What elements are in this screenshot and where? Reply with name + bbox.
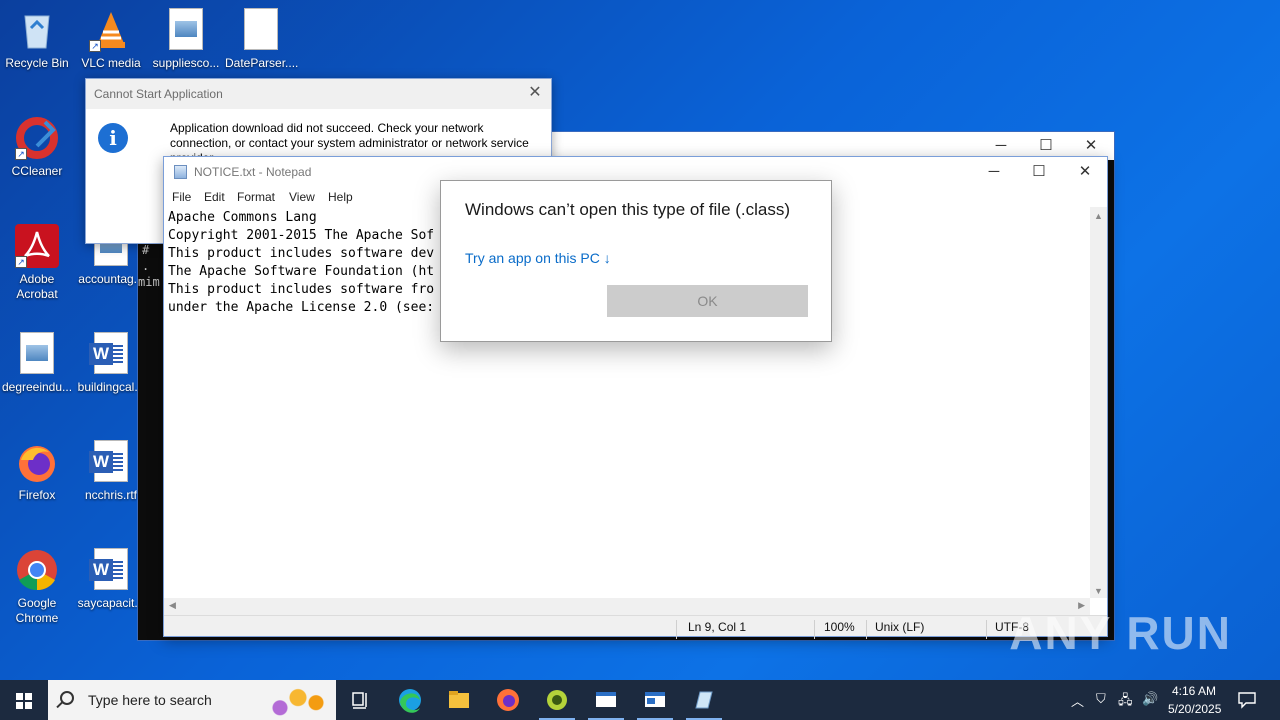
search-highlight-image bbox=[268, 684, 328, 718]
chrome-icon bbox=[15, 548, 59, 592]
desktop-icon-label: Google Chrome bbox=[15, 596, 59, 625]
notepad-icon[interactable] bbox=[680, 680, 728, 720]
chevron-up-icon[interactable]: ︿ bbox=[1071, 691, 1084, 710]
search-placeholder: Type here to search bbox=[88, 692, 212, 708]
firefox-icon[interactable] bbox=[484, 680, 532, 720]
recycle-bin-icon bbox=[15, 8, 59, 52]
window-app-icon[interactable] bbox=[631, 680, 679, 720]
taskbar: Type here to search ︿ ⛉ 🖧 🔊 4:16 AM 5/20… bbox=[0, 680, 1280, 720]
window-title: NOTICE.txt - Notepad bbox=[194, 165, 312, 179]
scroll-down-icon[interactable]: ▼ bbox=[1094, 586, 1103, 596]
image-file-icon bbox=[15, 332, 59, 376]
desktop-icon-label: degreeindu... bbox=[1, 380, 73, 394]
search-icon bbox=[60, 691, 74, 705]
try-app-link[interactable]: Try an app on this PC ↓ bbox=[465, 250, 611, 266]
desktop-icon-suppliesco[interactable]: suppliesco... bbox=[150, 8, 222, 71]
desktop-icon-label: VLC media bbox=[81, 56, 141, 70]
vlc-icon: ↗ bbox=[89, 8, 133, 52]
line-endings: Unix (LF) bbox=[875, 620, 925, 634]
menu-help[interactable]: Help bbox=[328, 190, 353, 204]
desktop-icon-label: DateParser.... bbox=[225, 56, 299, 70]
ccleaner-icon: ↗ bbox=[15, 116, 59, 160]
desktop-icon-dateparser[interactable]: DateParser.... bbox=[225, 8, 299, 71]
console-line: mim bbox=[138, 275, 160, 289]
desktop-icon-recycle-bin[interactable]: Recycle Bin bbox=[1, 8, 73, 71]
menu-edit[interactable]: Edit bbox=[204, 190, 225, 204]
status-bar: Ln 9, Col 1 100% Unix (LF) UTF-8 bbox=[164, 615, 1107, 639]
cursor-position: Ln 9, Col 1 bbox=[688, 620, 747, 634]
close-icon[interactable]: ✕ bbox=[1062, 157, 1108, 187]
security-icon[interactable]: ⛉ bbox=[1096, 691, 1106, 707]
zoom-level: 100% bbox=[824, 620, 855, 634]
word-doc-icon: W bbox=[89, 332, 133, 376]
console-line: . bbox=[142, 259, 150, 273]
menu-format[interactable]: Format bbox=[237, 190, 275, 204]
search-box[interactable]: Type here to search bbox=[48, 680, 336, 720]
desktop-icon-label: Firefox bbox=[18, 488, 56, 502]
file-explorer-icon[interactable] bbox=[435, 680, 483, 720]
desktop-icon-ccleaner[interactable]: ↗ CCleaner bbox=[1, 116, 73, 179]
console-line: # bbox=[142, 243, 150, 257]
image-file-icon bbox=[164, 8, 208, 52]
network-icon[interactable]: 🖧 bbox=[1118, 691, 1133, 713]
desktop-icon-firefox[interactable]: Firefox bbox=[1, 440, 73, 503]
open-with-dialog[interactable]: Windows can’t open this type of file (.c… bbox=[440, 180, 832, 342]
shortcut-arrow-icon: ↗ bbox=[15, 148, 27, 160]
windows-logo-icon bbox=[16, 693, 32, 709]
ok-button[interactable]: OK bbox=[607, 285, 808, 317]
acrobat-icon: ↗ bbox=[15, 224, 59, 268]
desktop-icon-acrobat[interactable]: ↗ Adobe Acrobat bbox=[1, 224, 73, 302]
vertical-scrollbar[interactable]: ▲ ▼ bbox=[1090, 207, 1107, 598]
desktop-icon-chrome[interactable]: Google Chrome bbox=[1, 548, 73, 626]
console-output: # . mim bbox=[138, 242, 160, 290]
scroll-left-icon[interactable]: ◀ bbox=[169, 600, 176, 611]
horizontal-scrollbar[interactable]: ◀ ▶ bbox=[164, 598, 1090, 615]
shortcut-arrow-icon: ↗ bbox=[15, 256, 27, 268]
desktop-icon-label: CCleaner bbox=[11, 164, 63, 178]
notification-icon[interactable] bbox=[1236, 690, 1258, 710]
notepad-icon bbox=[174, 165, 187, 179]
menu-view[interactable]: View bbox=[289, 190, 315, 204]
clock-time[interactable]: 4:16 AM bbox=[1172, 684, 1216, 698]
shortcut-arrow-icon: ↗ bbox=[89, 40, 101, 52]
blank-file-icon bbox=[239, 8, 283, 52]
firefox-icon bbox=[15, 440, 59, 484]
dialog-heading: Windows can’t open this type of file (.c… bbox=[465, 200, 791, 219]
app-icon[interactable] bbox=[533, 680, 581, 720]
desktop-icon-label: suppliesco... bbox=[152, 56, 220, 70]
info-icon: i bbox=[98, 123, 128, 153]
desktop-icon-vlc[interactable]: ↗ VLC media bbox=[75, 8, 147, 71]
desktop-icon-label: Recycle Bin bbox=[5, 56, 69, 70]
menu-file[interactable]: File bbox=[172, 190, 191, 204]
watermark: ANY RUN bbox=[1009, 607, 1232, 659]
dialog-title: Cannot Start Application bbox=[94, 87, 223, 101]
minimize-icon[interactable]: ─ bbox=[971, 157, 1017, 187]
task-view-icon[interactable] bbox=[337, 680, 385, 720]
edge-icon[interactable] bbox=[386, 680, 434, 720]
scroll-up-icon[interactable]: ▲ bbox=[1094, 211, 1103, 221]
clock-date[interactable]: 5/20/2025 bbox=[1168, 702, 1221, 716]
volume-icon[interactable]: 🔊 bbox=[1142, 691, 1158, 707]
word-doc-icon: W bbox=[89, 548, 133, 592]
word-doc-icon: W bbox=[89, 440, 133, 484]
start-button[interactable] bbox=[0, 680, 48, 720]
close-icon[interactable]: ✕ bbox=[525, 83, 545, 103]
maximize-icon[interactable]: ☐ bbox=[1016, 157, 1062, 187]
desktop-icon-label: Adobe Acrobat bbox=[16, 272, 58, 301]
window-app-icon[interactable] bbox=[582, 680, 630, 720]
desktop-icon-degreeindu[interactable]: degreeindu... bbox=[1, 332, 73, 395]
